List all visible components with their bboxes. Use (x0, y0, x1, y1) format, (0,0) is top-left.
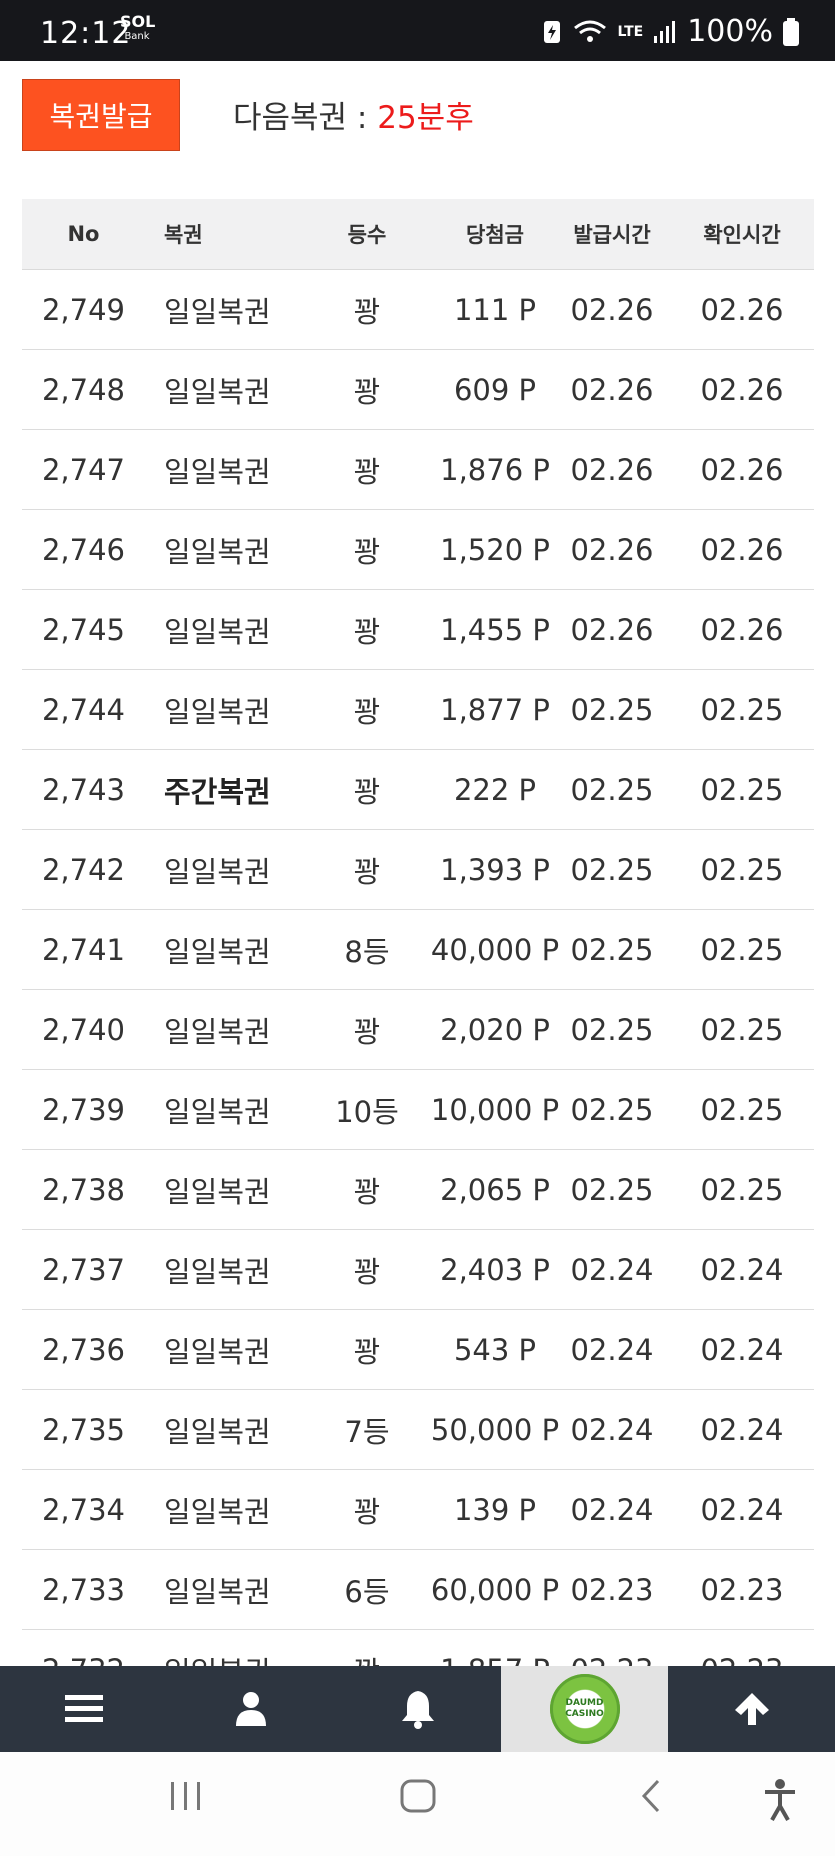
cell-checked-time: 02.25 (700, 932, 784, 967)
cell-checked-time: 02.23 (700, 1572, 784, 1607)
recent-apps-icon (171, 1782, 200, 1810)
lottery-table: 2,749 일일복권 꽝 111 P 02.26 02.26 2,748 일일복… (22, 270, 814, 1710)
menu-button[interactable] (0, 1666, 167, 1752)
table-row: 2,740 일일복권 꽝 2,020 P 02.25 02.25 (22, 990, 814, 1070)
cell-checked-time: 02.25 (700, 692, 784, 727)
casino-logo-text-1: DAUMD (565, 1698, 604, 1708)
notification-button[interactable] (334, 1666, 501, 1752)
sol-bank-icon: SOL Bank (120, 12, 156, 57)
table-row: 2,739 일일복권 10등 10,000 P 02.25 02.25 (22, 1070, 814, 1150)
cell-checked-time: 02.26 (700, 292, 784, 327)
table-row: 2,738 일일복권 꽝 2,065 P 02.25 02.25 (22, 1150, 814, 1230)
cell-no: 2,746 (41, 532, 126, 567)
casino-button[interactable]: DAUMD CASINO (501, 1666, 668, 1752)
system-nav-bar (0, 1752, 835, 1856)
cell-no: 2,742 (41, 852, 126, 887)
cell-no: 2,747 (41, 452, 126, 487)
table-row: 2,735 일일복권 7등 50,000 P 02.24 02.24 (22, 1390, 814, 1470)
status-bar: 12:12 SOL Bank LTE 100% (0, 0, 835, 61)
cell-checked-time: 02.25 (700, 772, 784, 807)
casino-logo-text-2: CASINO (565, 1709, 604, 1719)
table-header: No 복권 등수 당첨금 발급시간 확인시간 (22, 199, 814, 270)
cell-no: 2,749 (41, 292, 126, 327)
accessibility-icon (765, 1779, 795, 1821)
table-row: 2,741 일일복권 8등 40,000 P 02.25 02.25 (22, 910, 814, 990)
cell-checked-time: 02.24 (700, 1412, 784, 1447)
cell-checked-time: 02.24 (700, 1332, 784, 1367)
next-lottery-value: 25분후 (377, 100, 474, 136)
next-lottery-label: 다음복권 : (233, 100, 378, 136)
bottom-nav: DAUMD CASINO (0, 1666, 835, 1752)
table-row: 2,743 주간복권 꽝 222 P 02.25 02.25 (22, 750, 814, 830)
issue-lottery-button[interactable]: 복권발급 (22, 79, 180, 151)
sol-bank-label: Bank (124, 31, 150, 42)
signal-icon (654, 20, 676, 43)
table-row: 2,744 일일복권 꽝 1,877 P 02.25 02.25 (22, 670, 814, 750)
sol-logo-text: SOL (120, 12, 156, 31)
back-icon (641, 1779, 660, 1813)
cell-checked-time: 02.25 (700, 1172, 784, 1207)
cell-checked-time: 02.25 (700, 852, 784, 887)
header-checked-time: 확인시간 (703, 223, 781, 247)
scroll-top-button[interactable] (668, 1666, 835, 1752)
menu-icon (64, 1695, 103, 1722)
cell-no: 2,740 (41, 1012, 126, 1047)
user-button[interactable] (167, 1666, 334, 1752)
status-icons: LTE 100% (542, 14, 799, 49)
recent-apps-button[interactable] (168, 1778, 204, 1818)
bell-icon (401, 1691, 434, 1729)
cell-checked-time: 02.24 (700, 1492, 784, 1527)
battery-percent: 100% (687, 14, 773, 49)
table-row: 2,737 일일복권 꽝 2,403 P 02.24 02.24 (22, 1230, 814, 1310)
cell-no: 2,734 (41, 1492, 126, 1527)
cell-checked-time: 02.26 (700, 372, 784, 407)
cell-checked-time: 02.24 (700, 1252, 784, 1287)
user-icon (235, 1692, 266, 1726)
home-button[interactable] (398, 1778, 438, 1818)
arrow-up-icon (734, 1693, 769, 1725)
cell-no: 2,739 (41, 1092, 126, 1127)
table-row: 2,733 일일복권 6등 60,000 P 02.23 02.23 (22, 1550, 814, 1630)
back-button[interactable] (636, 1778, 666, 1818)
table-row: 2,748 일일복권 꽝 609 P 02.26 02.26 (22, 350, 814, 430)
cell-no: 2,736 (41, 1332, 126, 1367)
cell-no: 2,741 (41, 932, 126, 967)
cell-no: 2,735 (41, 1412, 126, 1447)
cell-checked-time: 02.25 (700, 1012, 784, 1047)
battery-saver-icon (543, 20, 560, 43)
cell-checked-time: 02.25 (700, 1092, 784, 1127)
cell-no: 2,733 (41, 1572, 126, 1607)
network-type-label: LTE (617, 23, 644, 40)
cell-no: 2,738 (41, 1172, 126, 1207)
casino-logo: DAUMD CASINO (549, 1674, 620, 1744)
table-row: 2,746 일일복권 꽝 1,520 P 02.26 02.26 (22, 510, 814, 590)
cell-no: 2,748 (41, 372, 126, 407)
status-time: 12:12 (40, 16, 132, 51)
table-row: 2,736 일일복권 꽝 543 P 02.24 02.24 (22, 1310, 814, 1390)
wifi-icon (573, 20, 606, 42)
cell-checked-time: 02.26 (700, 532, 784, 567)
cell-checked-time: 02.26 (700, 452, 784, 487)
cell-no: 2,744 (41, 692, 126, 727)
cell-checked-time: 02.26 (700, 612, 784, 647)
table-row: 2,749 일일복권 꽝 111 P 02.26 02.26 (22, 270, 814, 350)
table-row: 2,742 일일복권 꽝 1,393 P 02.25 02.25 (22, 830, 814, 910)
cell-no: 2,743 (41, 772, 126, 807)
header-no: No (67, 222, 100, 246)
table-row: 2,747 일일복권 꽝 1,876 P 02.26 02.26 (22, 430, 814, 510)
cell-no: 2,737 (41, 1252, 126, 1287)
home-icon (400, 1779, 436, 1813)
table-row: 2,734 일일복권 꽝 139 P 02.24 02.24 (22, 1470, 814, 1550)
battery-icon (783, 17, 799, 46)
cell-no: 2,745 (41, 612, 126, 647)
accessibility-button[interactable] (762, 1778, 798, 1826)
table-row: 2,745 일일복권 꽝 1,455 P 02.26 02.26 (22, 590, 814, 670)
next-lottery-info: 다음복권 : 25분후 (233, 92, 474, 137)
